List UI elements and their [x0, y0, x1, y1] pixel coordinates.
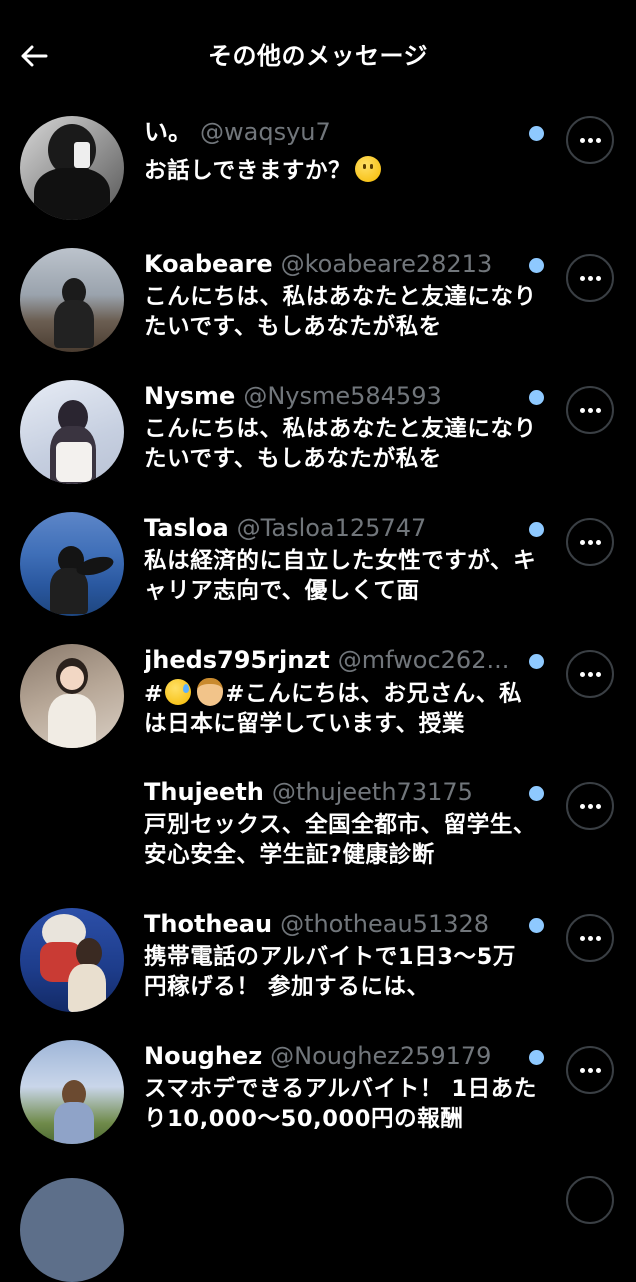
sad-face-icon [165, 679, 192, 705]
unread-indicator [529, 390, 544, 405]
message-content: Tasloa @Tasloa125747 私は経済的に自立した女性ですが、キャリア… [144, 512, 539, 606]
sender-name: Nysme [144, 382, 236, 410]
sender-name: Thujeeth [144, 778, 264, 806]
message-content: jheds795rjnzt @mfwoc262... # #こんにちは、お兄さん、私… [144, 644, 539, 738]
more-options-button[interactable] [566, 782, 614, 830]
hashtag-prefix: # [144, 681, 164, 707]
unread-indicator [529, 918, 544, 933]
message-preview: 戸別セックス、全国全都市、留学生、安心安全、学生証?健康診断 [144, 812, 537, 868]
more-icon [579, 407, 601, 413]
unread-indicator [529, 654, 544, 669]
message-preview: こんにちは、私はあなたと友達になりたいです、もしあなたが私を [144, 416, 537, 472]
more-icon [579, 1067, 601, 1073]
sender-name: Tasloa [144, 514, 229, 542]
message-row[interactable]: jheds795rjnzt @mfwoc262... # #こんにちは、お兄さん、私… [0, 644, 636, 776]
message-content: Thotheau @thotheau51328 携帯電話のアルバイトで1日3〜5万… [144, 908, 539, 1002]
sender-handle: @Tasloa125747 [236, 514, 427, 542]
message-content: Koabeare @koabeare28213 こんにちは、私はあなたと友達になり… [144, 248, 539, 342]
header: その他のメッセージ [0, 0, 636, 112]
unread-indicator [529, 258, 544, 273]
avatar[interactable] [20, 644, 124, 748]
more-options-button[interactable] [566, 914, 614, 962]
unread-indicator [529, 1050, 544, 1065]
message-row[interactable]: Nysme @Nysme584593 こんにちは、私はあなたと友達になりたいです、… [0, 380, 636, 512]
sender-handle: @mfwoc262... [337, 646, 510, 674]
message-row[interactable]: い。 @waqsyu7 お話しできますか？ [0, 116, 636, 248]
message-preview: 携帯電話のアルバイトで1日3〜5万円稼げる！ 参加するには、 [144, 944, 516, 1000]
unread-indicator [529, 786, 544, 801]
sender-handle: @thotheau51328 [280, 910, 490, 938]
message-preview: お話しできますか？ [144, 158, 352, 184]
sender-name: Koabeare [144, 250, 273, 278]
message-row[interactable]: Noughez @Noughez259179 スマホデできるアルバイト！ 1日あた… [0, 1040, 636, 1172]
sender-handle: @waqsyu7 [200, 118, 331, 146]
more-options-button[interactable] [566, 254, 614, 302]
more-options-button[interactable] [566, 1046, 614, 1094]
avatar[interactable] [20, 776, 124, 880]
sender-name: Thotheau [144, 910, 273, 938]
avatar[interactable] [20, 512, 124, 616]
avatar[interactable] [20, 380, 124, 484]
avatar[interactable] [20, 116, 124, 220]
sender-name: い。 [144, 118, 192, 146]
more-icon [579, 803, 601, 809]
message-content: Thujeeth @thujeeth73175 戸別セックス、全国全都市、留学生、… [144, 776, 539, 870]
sender-handle: @Nysme584593 [243, 382, 442, 410]
message-content: Noughez @Noughez259179 スマホデできるアルバイト！ 1日あた… [144, 1040, 539, 1134]
slightly-smiling-face-icon [355, 156, 382, 182]
sender-name: Noughez [144, 1042, 263, 1070]
more-options-button[interactable] [566, 650, 614, 698]
sender-handle: @Noughez259179 [270, 1042, 492, 1070]
sender-handle: @thujeeth73175 [271, 778, 473, 806]
message-row-partial[interactable] [0, 1176, 636, 1282]
more-icon [579, 539, 601, 545]
unread-indicator [529, 522, 544, 537]
message-row[interactable]: Thujeeth @thujeeth73175 戸別セックス、全国全都市、留学生、… [0, 776, 636, 908]
unread-indicator [529, 126, 544, 141]
message-row[interactable]: Tasloa @Tasloa125747 私は経済的に自立した女性ですが、キャリア… [0, 512, 636, 644]
avatar[interactable] [20, 908, 124, 1012]
more-options-button[interactable] [566, 1176, 614, 1224]
avatar[interactable] [20, 1040, 124, 1144]
more-options-button[interactable] [566, 518, 614, 566]
page-title: その他のメッセージ [207, 42, 429, 70]
message-preview: こんにちは、私はあなたと友達になりたいです、もしあなたが私を [144, 284, 537, 340]
message-preview: 私は経済的に自立した女性ですが、キャリア志向で、優しくて面 [144, 548, 537, 604]
sender-handle: @koabeare28213 [280, 250, 493, 278]
more-icon [579, 671, 601, 677]
message-content: い。 @waqsyu7 お話しできますか？ [144, 116, 539, 186]
message-preview: スマホデできるアルバイト！ 1日あたり10,000〜50,000円の報酬 [144, 1076, 537, 1132]
message-content: Nysme @Nysme584593 こんにちは、私はあなたと友達になりたいです、… [144, 380, 539, 474]
more-options-button[interactable] [566, 386, 614, 434]
message-row[interactable]: Koabeare @koabeare28213 こんにちは、私はあなたと友達になり… [0, 248, 636, 380]
sender-name: jheds795rjnzt [144, 646, 330, 674]
avatar[interactable] [20, 248, 124, 352]
more-icon [579, 275, 601, 281]
message-row[interactable]: Thotheau @thotheau51328 携帯電話のアルバイトで1日3〜5万… [0, 908, 636, 1040]
man-face-icon [197, 678, 224, 706]
more-icon [579, 137, 601, 143]
avatar[interactable] [20, 1178, 124, 1282]
more-options-button[interactable] [566, 116, 614, 164]
more-icon [579, 935, 601, 941]
